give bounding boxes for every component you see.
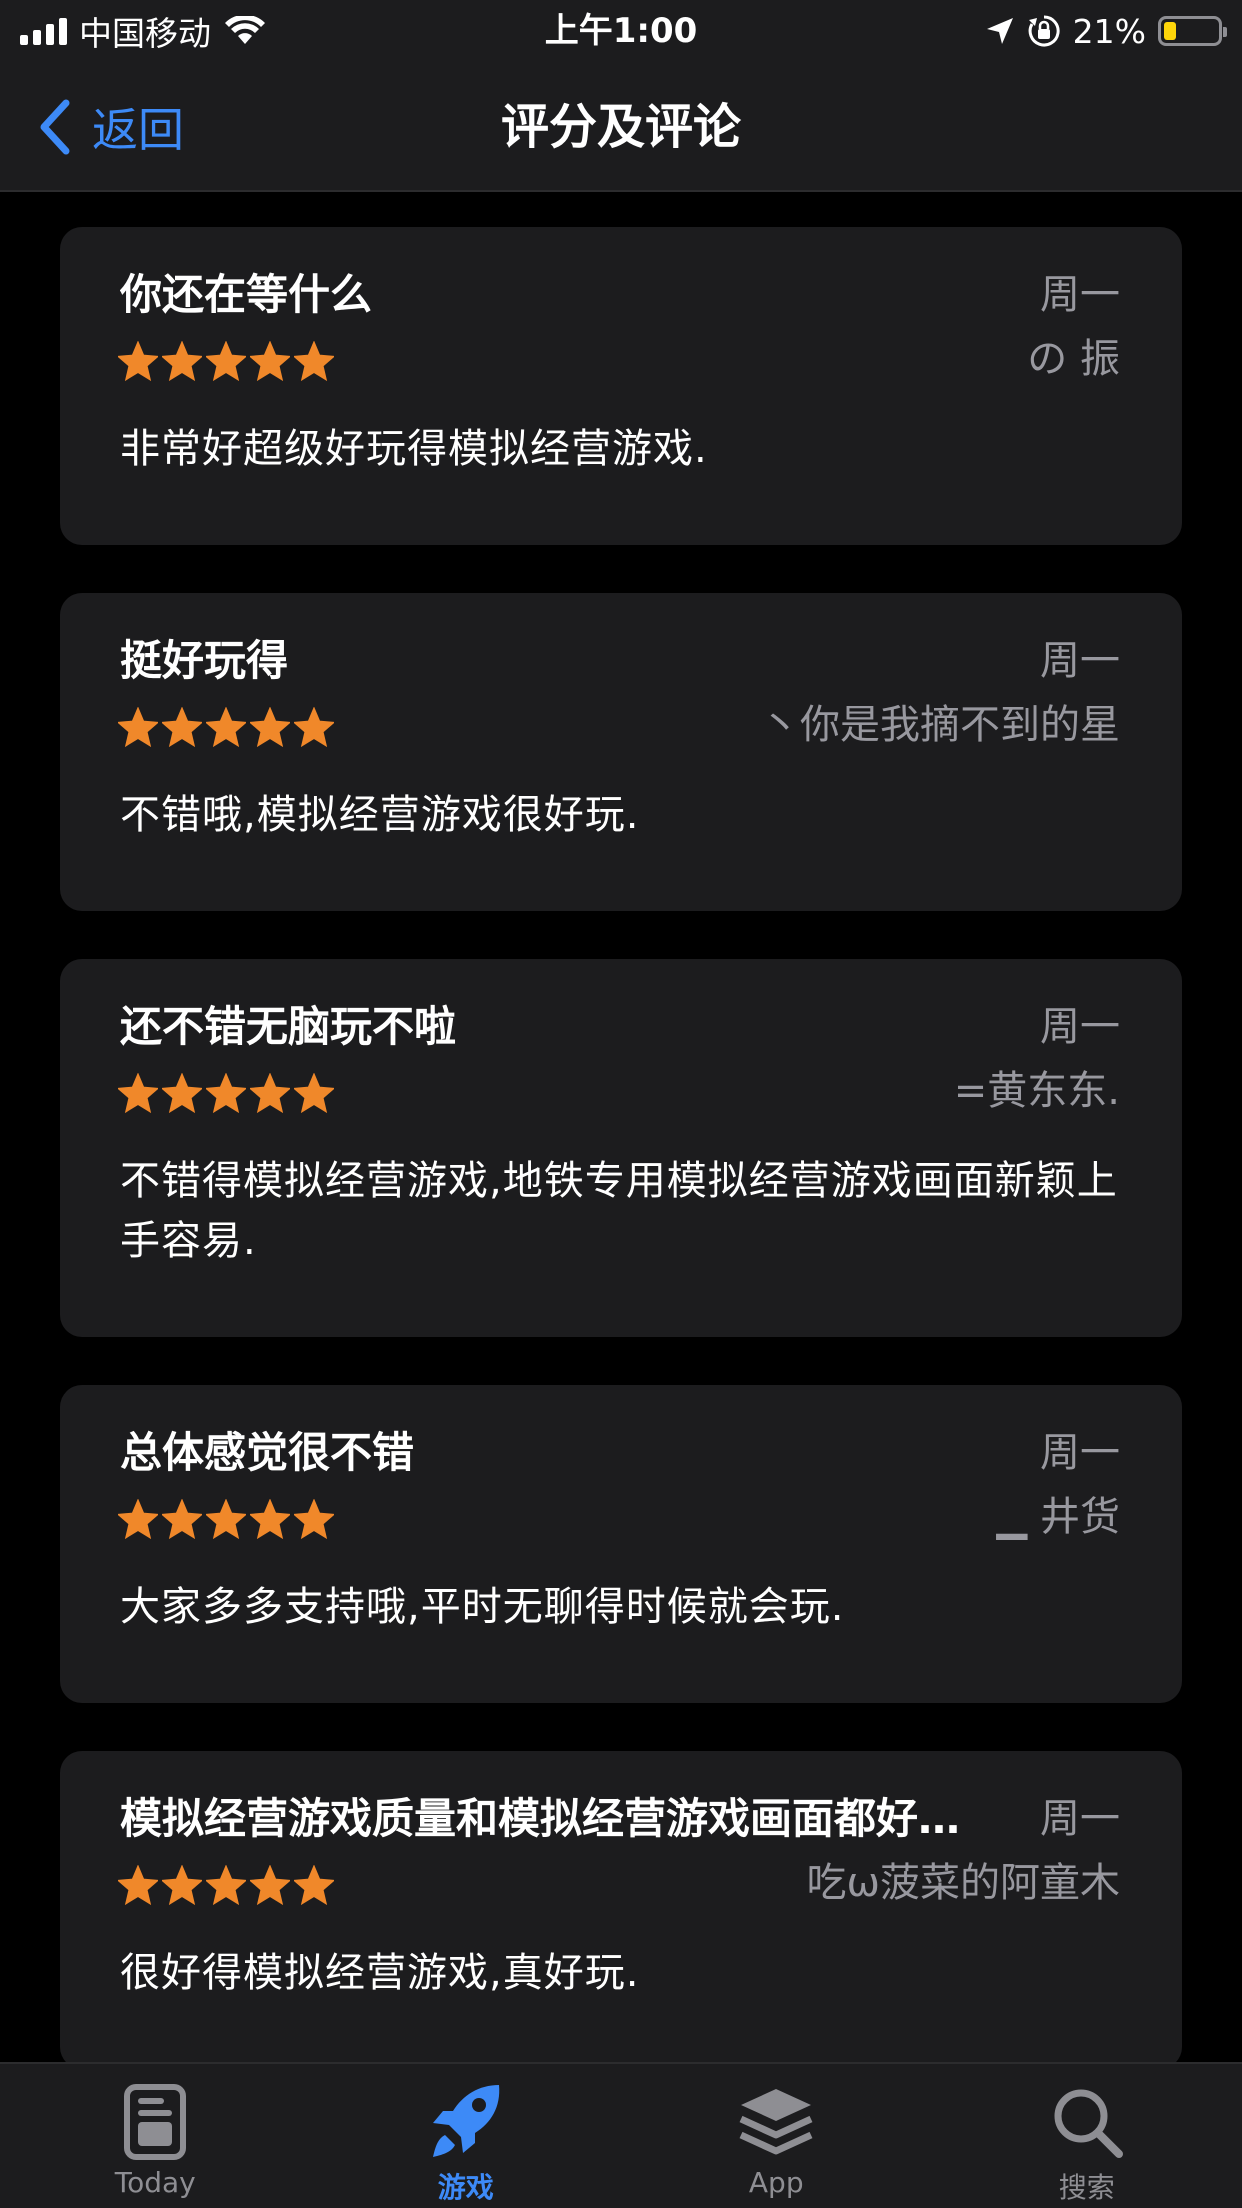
star-icon — [162, 1865, 202, 1905]
star-icon — [162, 1499, 202, 1539]
review-title: 你还在等什么 — [120, 270, 373, 319]
star-icon — [118, 1073, 158, 1113]
status-right: 21% — [985, 8, 1227, 54]
star-icon — [118, 707, 158, 747]
orientation-lock-icon — [1028, 15, 1060, 47]
star-icon — [162, 1073, 202, 1113]
star-rating — [118, 1073, 334, 1113]
review-date: 周一 — [1040, 272, 1120, 318]
today-icon — [124, 2082, 187, 2162]
review-body: 大家多多支持哦,平时无聊得时候就会玩. — [120, 1584, 845, 1630]
app-stack-icon — [737, 2082, 815, 2162]
tab-search[interactable]: 搜索 — [932, 2064, 1242, 2208]
star-icon — [206, 1499, 246, 1539]
star-icon — [294, 1499, 334, 1539]
review-card[interactable]: 模拟经营游戏质量和模拟经营游戏画面都好… 周一 吃ω菠菜的阿童木 很好得模拟经营… — [60, 1751, 1182, 2062]
rocket-icon — [429, 2082, 503, 2162]
tab-bar: Today 游戏 App 搜索 — [0, 2062, 1242, 2208]
review-author: の 振 — [1027, 336, 1120, 382]
review-author: 丶你是我摘不到的星 — [760, 702, 1120, 748]
tab-today[interactable]: Today — [0, 2064, 311, 2208]
location-arrow-icon — [986, 18, 1013, 44]
review-list[interactable]: 你还在等什么 周一 の 振 非常好超级好玩得模拟经营游戏. 挺好玩得 周一 丶你… — [0, 192, 1242, 2062]
star-icon — [206, 707, 246, 747]
battery-icon — [1158, 16, 1227, 46]
review-card[interactable]: 总体感觉很不错 周一 ▁ 井货 大家多多支持哦,平时无聊得时候就会玩. — [60, 1385, 1182, 1703]
star-icon — [294, 1865, 334, 1905]
tab-games[interactable]: 游戏 — [311, 2064, 622, 2208]
tab-label: 搜索 — [1058, 2171, 1115, 2204]
review-title: 还不错无脑玩不啦 — [120, 1002, 457, 1051]
review-title: 模拟经营游戏质量和模拟经营游戏画面都好… — [120, 1794, 961, 1843]
star-icon — [206, 1865, 246, 1905]
status-bar: 中国移动 上午1:00 21% — [0, 0, 1242, 62]
star-icon — [118, 341, 158, 381]
tab-label: Today — [114, 2166, 196, 2199]
star-icon — [250, 707, 290, 747]
review-card[interactable]: 还不错无脑玩不啦 周一 =黄东东. 不错得模拟经营游戏,地铁专用模拟经营游戏画面… — [60, 959, 1182, 1337]
search-icon — [1051, 2082, 1123, 2162]
review-title: 挺好玩得 — [120, 636, 289, 685]
star-icon — [206, 1073, 246, 1113]
battery-level — [1164, 22, 1177, 40]
star-rating — [118, 341, 334, 381]
page-title: 评分及评论 — [500, 99, 741, 155]
tab-apps[interactable]: App — [621, 2064, 932, 2208]
star-rating — [118, 1499, 334, 1539]
screen: 中国移动 上午1:00 21% 返回 评分及评论 你还在等什么 周一 の 振 非… — [0, 0, 1242, 2208]
review-card[interactable]: 你还在等什么 周一 の 振 非常好超级好玩得模拟经营游戏. — [60, 227, 1182, 545]
star-icon — [118, 1499, 158, 1539]
review-card[interactable]: 挺好玩得 周一 丶你是我摘不到的星 不错哦,模拟经营游戏很好玩. — [60, 593, 1182, 911]
star-icon — [206, 341, 246, 381]
star-icon — [250, 1073, 290, 1113]
review-author: 吃ω菠菜的阿童木 — [806, 1860, 1121, 1906]
review-date: 周一 — [1040, 638, 1120, 684]
review-body: 非常好超级好玩得模拟经营游戏. — [120, 426, 708, 472]
review-author: =黄东东. — [953, 1068, 1120, 1114]
review-title: 总体感觉很不错 — [120, 1428, 415, 1477]
navigation-bar: 返回 评分及评论 — [0, 62, 1242, 192]
star-icon — [294, 707, 334, 747]
star-icon — [162, 707, 202, 747]
review-author: ▁ 井货 — [996, 1494, 1120, 1540]
tab-label: 游戏 — [437, 2171, 494, 2204]
star-rating — [118, 707, 334, 747]
review-date: 周一 — [1040, 1796, 1120, 1842]
star-icon — [294, 341, 334, 381]
review-date: 周一 — [1040, 1004, 1120, 1050]
star-icon — [294, 1073, 334, 1113]
star-icon — [250, 1865, 290, 1905]
star-icon — [250, 341, 290, 381]
star-icon — [118, 1865, 158, 1905]
review-body: 很好得模拟经营游戏,真好玩. — [120, 1950, 640, 1996]
review-date: 周一 — [1040, 1430, 1120, 1476]
star-icon — [162, 341, 202, 381]
battery-percent: 21% — [1072, 11, 1146, 51]
review-body: 不错得模拟经营游戏,地铁专用模拟经营游戏画面新颖上手容易. — [120, 1158, 1118, 1264]
star-rating — [118, 1865, 334, 1905]
star-icon — [250, 1499, 290, 1539]
review-body: 不错哦,模拟经营游戏很好玩. — [120, 792, 640, 838]
tab-label: App — [748, 2166, 804, 2199]
